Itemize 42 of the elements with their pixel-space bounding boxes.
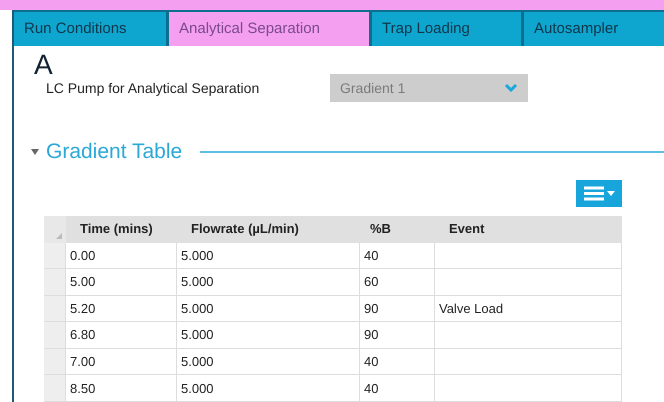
table-cell-text: Valve Load	[439, 300, 504, 318]
menu-icon	[584, 186, 604, 200]
row-header[interactable]	[44, 348, 66, 374]
tab[interactable]: Autosampler	[524, 12, 664, 46]
tab[interactable]: Analytical Separation	[169, 12, 369, 46]
column-header[interactable]: %B	[360, 219, 435, 239]
row-header[interactable]	[44, 269, 66, 295]
row-header[interactable]	[44, 322, 66, 348]
table-cell-text: 8.50	[70, 380, 96, 398]
section-letter: A	[34, 50, 53, 80]
table-cell-text: 5.000	[181, 300, 214, 318]
table-cell-text: 90	[364, 326, 378, 344]
row-header[interactable]	[44, 242, 66, 268]
table-cell-text: 5.000	[181, 380, 214, 398]
table-cell-text: 7.00	[70, 352, 96, 371]
row-header[interactable]	[44, 375, 66, 402]
collapse-triangle-icon[interactable]	[30, 146, 40, 157]
table-cell-text: 6.80	[70, 326, 96, 344]
select-all-corner-icon[interactable]	[56, 232, 62, 238]
column-header[interactable]: Flowrate (µL/min)	[177, 219, 360, 239]
tab[interactable]: Trap Loading	[372, 12, 521, 46]
table-cell-text: 5.00	[70, 273, 96, 292]
table-cell-text: 40	[364, 246, 378, 265]
table-cell-text: 5.000	[181, 273, 214, 292]
caret-icon	[606, 190, 614, 196]
table-cell-text: 5.20	[70, 300, 96, 318]
tab[interactable]: Run Conditions	[14, 12, 166, 46]
table-cell-text: 0.00	[70, 246, 96, 265]
column-header[interactable]: Event	[435, 219, 622, 239]
section-title: Gradient Table	[46, 139, 182, 165]
row-header[interactable]	[44, 296, 66, 322]
table-cell-text: 5.000	[181, 352, 214, 371]
table-cell-text: 90	[364, 300, 378, 318]
column-header[interactable]: Time (mins)	[66, 219, 177, 239]
table-cell-text: 5.000	[181, 246, 214, 265]
pump-label: LC Pump for Analytical Separation	[46, 78, 260, 98]
menu-button[interactable]	[576, 180, 622, 206]
table-cell-text: 40	[364, 380, 378, 398]
table-cell-text: 40	[364, 352, 378, 371]
table-cell-text: 5.000	[181, 326, 214, 344]
chevron-down-icon	[504, 83, 518, 93]
table-cell-text: 60	[364, 273, 378, 292]
